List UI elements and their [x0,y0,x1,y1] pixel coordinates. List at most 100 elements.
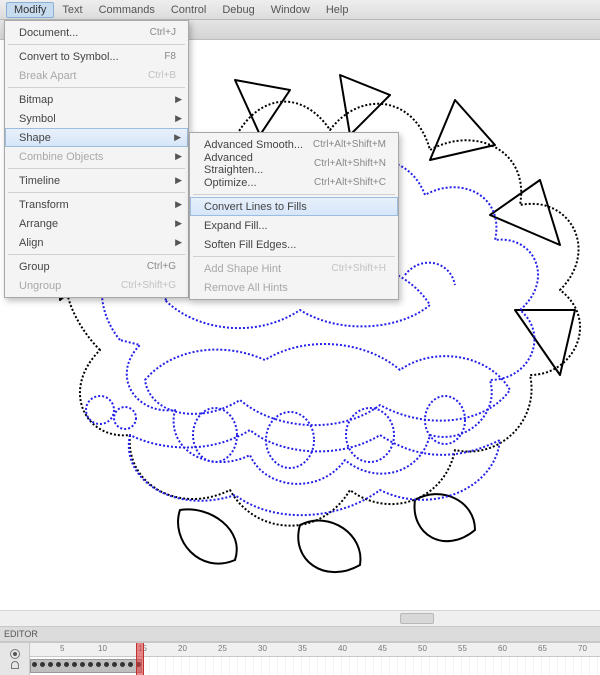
keyframe-dot[interactable] [88,662,93,667]
keyframe-dot[interactable] [104,662,109,667]
chevron-right-icon: ▶ [175,113,182,124]
keyframe-dot[interactable] [96,662,101,667]
keyframe-dot[interactable] [80,662,85,667]
eye-icon[interactable] [10,649,20,659]
menu-modify[interactable]: Modify [6,2,54,18]
keyframe-dot[interactable] [56,662,61,667]
menuitem-label: Ungroup [19,280,121,292]
menuitem-remove-all-hints: Remove All Hints [190,278,398,297]
editor-panel-label: EDITOR [0,626,600,642]
menuitem-ungroup: UngroupCtrl+Shift+G [5,276,188,295]
menuitem-soften-fill-edges[interactable]: Soften Fill Edges... [190,235,398,254]
menuitem-label: Advanced Smooth... [204,139,313,151]
timeline-panel: 5101520253035404550556065707580859095100… [0,642,600,675]
menuitem-align[interactable]: Align▶ [5,233,188,252]
keyframe-dot[interactable] [40,662,45,667]
menuitem-symbol[interactable]: Symbol▶ [5,109,188,128]
keyframe-dot[interactable] [112,662,117,667]
menubar: ModifyTextCommandsControlDebugWindowHelp [0,0,600,20]
menuitem-label: Symbol [19,113,182,125]
keyframe-dot[interactable] [120,662,125,667]
menu-debug[interactable]: Debug [214,2,262,18]
keyframe-dot[interactable] [64,662,69,667]
separator [8,44,185,45]
chevron-right-icon: ▶ [175,151,182,162]
menuitem-shape[interactable]: Shape▶ [5,128,188,147]
chevron-right-icon: ▶ [175,218,182,229]
menu-window[interactable]: Window [263,2,318,18]
menuitem-convert-to-symbol[interactable]: Convert to Symbol...F8 [5,47,188,66]
playhead[interactable] [136,643,144,675]
separator [8,192,185,193]
keyframe-dot[interactable] [72,662,77,667]
menuitem-expand-fill[interactable]: Expand Fill... [190,216,398,235]
menuitem-optimize[interactable]: Optimize...Ctrl+Alt+Shift+C [190,173,398,192]
keyframe-dot[interactable] [128,662,133,667]
frames-row[interactable] [30,657,600,675]
keyframe-dot[interactable] [48,662,53,667]
chevron-right-icon: ▶ [175,94,182,105]
ruler-mark: 60 [498,644,507,653]
shortcut-label: Ctrl+Alt+Shift+C [314,177,392,188]
menu-help[interactable]: Help [318,2,357,18]
menu-control[interactable]: Control [163,2,214,18]
menuitem-label: Expand Fill... [204,220,392,232]
separator [8,87,185,88]
separator [8,168,185,169]
ruler-mark: 25 [218,644,227,653]
menuitem-label: Bitmap [19,94,182,106]
menuitem-bitmap[interactable]: Bitmap▶ [5,90,188,109]
menuitem-label: Optimize... [204,177,314,189]
menuitem-arrange[interactable]: Arrange▶ [5,214,188,233]
ruler-mark: 50 [418,644,427,653]
chevron-right-icon: ▶ [175,175,182,186]
separator [193,194,395,195]
layer-controls [0,643,30,675]
ruler-mark: 40 [338,644,347,653]
menuitem-label: Transform [19,199,182,211]
shortcut-label: F8 [164,51,182,62]
ruler-mark: 5 [60,644,64,653]
menuitem-document[interactable]: Document...Ctrl+J [5,23,188,42]
menuitem-label: Arrange [19,218,182,230]
menuitem-timeline[interactable]: Timeline▶ [5,171,188,190]
ruler-mark: 65 [538,644,547,653]
menu-text[interactable]: Text [54,2,90,18]
menuitem-label: Soften Fill Edges... [204,239,392,251]
chevron-right-icon: ▶ [174,132,181,143]
menuitem-label: Convert Lines to Fills [204,201,392,213]
shortcut-label: Ctrl+G [147,261,182,272]
menuitem-label: Break Apart [19,70,148,82]
ruler-mark: 35 [298,644,307,653]
menuitem-advanced-straighten[interactable]: Advanced Straighten...Ctrl+Alt+Shift+N [190,154,398,173]
ruler-mark: 30 [258,644,267,653]
chevron-right-icon: ▶ [175,199,182,210]
menuitem-break-apart: Break ApartCtrl+B [5,66,188,85]
menuitem-label: Document... [19,27,150,39]
shape-submenu: Advanced Smooth...Ctrl+Alt+Shift+M Advanc… [189,132,399,300]
menuitem-label: Timeline [19,175,182,187]
ruler-mark: 20 [178,644,187,653]
menuitem-label: Group [19,261,147,273]
scrollbar-thumb[interactable] [400,613,434,624]
separator [193,256,395,257]
keyframe-span[interactable] [30,659,142,673]
menuitem-convert-lines-to-fills[interactable]: Convert Lines to Fills [190,197,398,216]
ruler-mark: 10 [98,644,107,653]
menuitem-transform[interactable]: Transform▶ [5,195,188,214]
chevron-right-icon: ▶ [175,237,182,248]
menu-commands[interactable]: Commands [91,2,163,18]
menuitem-group[interactable]: GroupCtrl+G [5,257,188,276]
menuitem-combine-objects: Combine Objects▶ [5,147,188,166]
ruler-mark: 45 [378,644,387,653]
keyframe-dot[interactable] [32,662,37,667]
shortcut-label: Ctrl+B [148,70,182,81]
menuitem-label: Align [19,237,182,249]
timeline-ruler[interactable]: 5101520253035404550556065707580859095100… [30,643,600,675]
shortcut-label: Ctrl+Alt+Shift+M [313,139,392,150]
lock-icon[interactable] [11,661,19,669]
menuitem-add-shape-hint: Add Shape HintCtrl+Shift+H [190,259,398,278]
menuitem-label: Advanced Straighten... [204,152,314,176]
horizontal-scrollbar[interactable] [0,610,600,626]
ruler-mark: 70 [578,644,587,653]
